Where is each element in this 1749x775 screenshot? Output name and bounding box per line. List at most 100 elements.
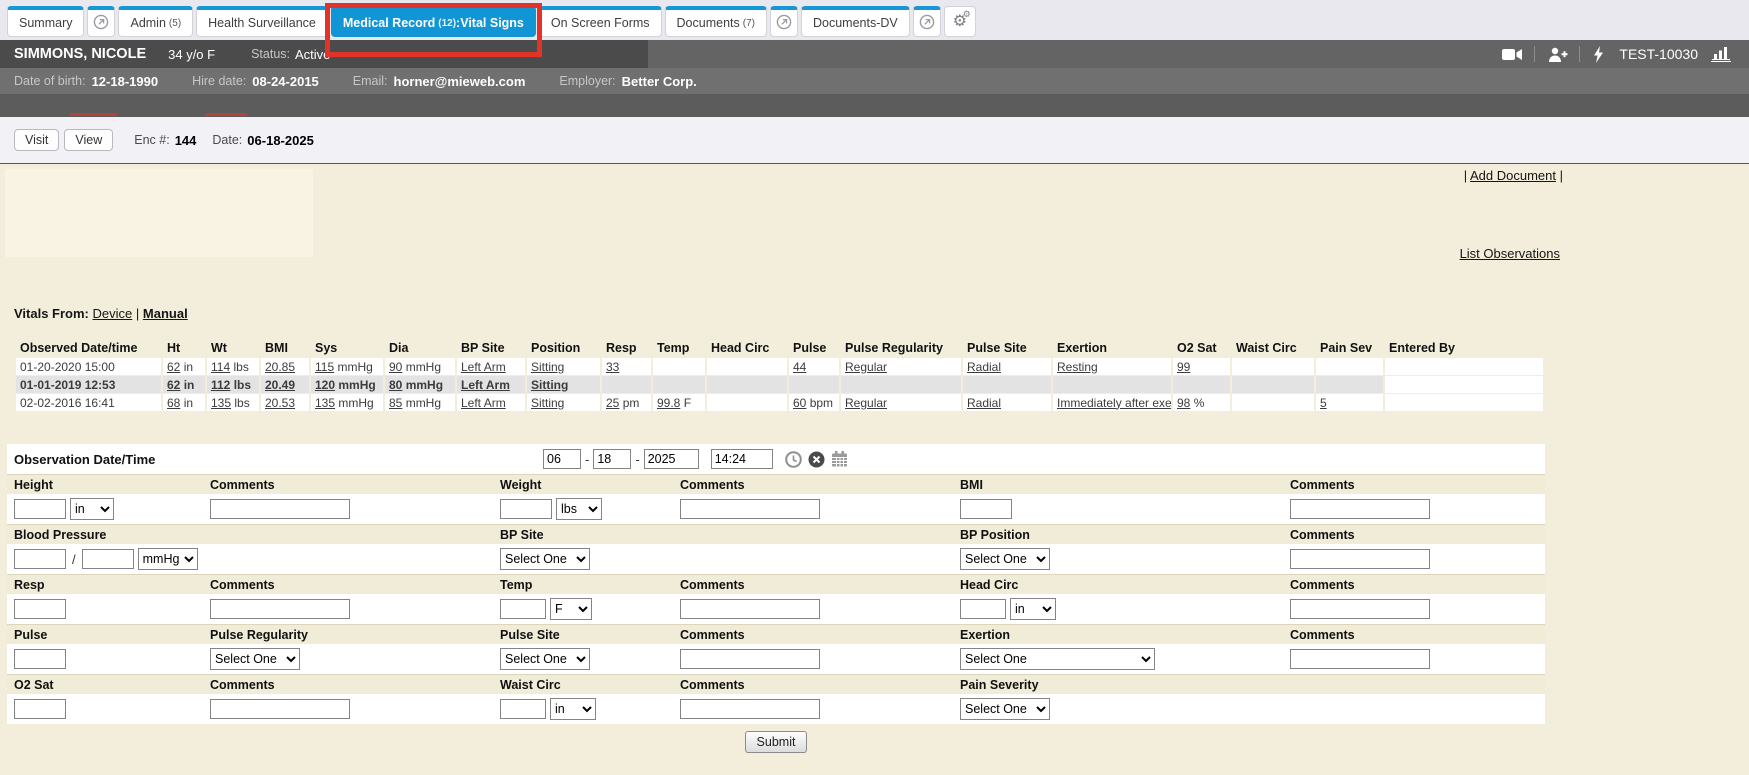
bp-comments-input[interactable] bbox=[1290, 549, 1430, 569]
bp-site-select[interactable]: Select One bbox=[500, 548, 590, 570]
settings-tab-button[interactable]: ⚙⚙ bbox=[944, 6, 976, 37]
tab-suffix: :Vital Signs bbox=[456, 16, 524, 30]
bp-systolic-input[interactable] bbox=[14, 549, 66, 569]
view-button[interactable]: View bbox=[64, 129, 113, 151]
clock-icon[interactable] bbox=[785, 451, 802, 468]
vitals-value-link[interactable]: Left Arm bbox=[461, 378, 510, 392]
head-circ-unit-select[interactable]: in bbox=[1010, 598, 1056, 620]
pulse-input[interactable] bbox=[14, 649, 66, 669]
vitals-value-link[interactable]: 90 bbox=[389, 360, 402, 374]
weight-comments-input[interactable] bbox=[680, 499, 820, 519]
temp-input[interactable] bbox=[500, 599, 546, 619]
vitals-value-link[interactable]: 115 bbox=[315, 360, 334, 374]
waist-circ-unit-select[interactable]: in bbox=[550, 698, 596, 720]
waist-circ-comments-input[interactable] bbox=[680, 699, 820, 719]
vitals-value-link[interactable]: 33 bbox=[606, 360, 619, 374]
tab-summary[interactable]: Summary bbox=[7, 6, 84, 37]
weight-input[interactable] bbox=[500, 499, 552, 519]
vitals-value-link[interactable]: Immediately after exertion bbox=[1057, 396, 1171, 410]
obs-time-input[interactable] bbox=[711, 449, 773, 469]
video-camera-icon[interactable] bbox=[1502, 48, 1523, 61]
bp-unit-select[interactable]: mmHg bbox=[138, 548, 198, 570]
bar-chart-icon[interactable] bbox=[1711, 46, 1731, 62]
vitals-value-link[interactable]: Radial bbox=[967, 360, 1001, 374]
vitals-value-link[interactable]: Radial bbox=[967, 396, 1001, 410]
vitals-value-link[interactable]: 135 bbox=[315, 396, 335, 410]
vitals-value-link[interactable]: 120 bbox=[315, 378, 335, 392]
list-observations-link[interactable]: List Observations bbox=[1460, 246, 1560, 261]
exertion-comments-input[interactable] bbox=[1290, 649, 1430, 669]
vitals-value-link[interactable]: 98 bbox=[1177, 396, 1190, 410]
person-add-icon[interactable] bbox=[1548, 47, 1568, 62]
tab-health-surveillance[interactable]: Health Surveillance bbox=[196, 6, 328, 37]
vitals-value-link[interactable]: 68 bbox=[167, 396, 180, 410]
tab-medical-record[interactable]: Medical Record(12):Vital Signs bbox=[331, 6, 536, 37]
vitals-value-link[interactable]: 60 bbox=[793, 396, 806, 410]
bp-diastolic-input[interactable] bbox=[82, 549, 134, 569]
vitals-value-link[interactable]: 20.53 bbox=[265, 396, 295, 410]
pulse-comments-input[interactable] bbox=[680, 649, 820, 669]
vitals-value-link[interactable]: 62 bbox=[167, 378, 180, 392]
height-comments-input[interactable] bbox=[210, 499, 350, 519]
vitals-value-link[interactable]: 85 bbox=[389, 396, 402, 410]
height-unit-select[interactable]: in bbox=[70, 498, 114, 520]
bmi-input[interactable] bbox=[960, 499, 1012, 519]
tab-popout-button[interactable] bbox=[87, 6, 115, 37]
vitals-value-link[interactable]: 114 bbox=[211, 360, 230, 374]
vitals-value-link[interactable]: 20.49 bbox=[265, 378, 295, 392]
pulse-site-select[interactable]: Select One bbox=[500, 648, 590, 670]
vitals-from-manual-link[interactable]: Manual bbox=[143, 306, 188, 321]
waist-circ-input[interactable] bbox=[500, 699, 546, 719]
obs-month-input[interactable] bbox=[543, 449, 581, 469]
tab-documents-dv[interactable]: Documents-DV bbox=[801, 6, 910, 37]
bp-position-select[interactable]: Select One bbox=[960, 548, 1050, 570]
tab-popout-button[interactable] bbox=[770, 6, 798, 37]
vitals-value-link[interactable]: Left Arm bbox=[461, 396, 506, 410]
pulse-regularity-select[interactable]: Select One bbox=[210, 648, 300, 670]
exertion-select[interactable]: Select One bbox=[960, 648, 1155, 670]
vitals-cell bbox=[1316, 358, 1383, 375]
vitals-value-link[interactable]: 99 bbox=[1177, 360, 1190, 374]
vitals-from-device-link[interactable]: Device bbox=[93, 306, 133, 321]
head-circ-input[interactable] bbox=[960, 599, 1006, 619]
pain-severity-select[interactable]: Select One bbox=[960, 698, 1050, 720]
vitals-value-link[interactable]: Regular bbox=[845, 360, 887, 374]
vitals-value-link[interactable]: 44 bbox=[793, 360, 806, 374]
obs-day-input[interactable] bbox=[593, 449, 631, 469]
vitals-value-link[interactable]: 99.8 bbox=[657, 396, 680, 410]
vitals-value-link[interactable]: 5 bbox=[1320, 396, 1327, 410]
vitals-value-link[interactable]: 112 bbox=[211, 378, 230, 392]
temp-unit-select[interactable]: F bbox=[550, 598, 592, 620]
resp-input[interactable] bbox=[14, 599, 66, 619]
vitals-value-link[interactable]: 80 bbox=[389, 378, 402, 392]
vitals-value-link[interactable]: 135 bbox=[211, 396, 231, 410]
vitals-value-link[interactable]: 25 bbox=[606, 396, 619, 410]
vitals-value-link[interactable]: Sitting bbox=[531, 396, 564, 410]
o2-sat-comments-input[interactable] bbox=[210, 699, 350, 719]
weight-unit-select[interactable]: lbs bbox=[556, 498, 602, 520]
vitals-value-link[interactable]: Resting bbox=[1057, 360, 1098, 374]
head-circ-comments-input[interactable] bbox=[1290, 599, 1430, 619]
vitals-value-link[interactable]: 20.85 bbox=[265, 360, 295, 374]
tab-admin[interactable]: Admin(5) bbox=[118, 6, 193, 37]
vitals-value-link[interactable]: Sitting bbox=[531, 360, 564, 374]
temp-comments-input[interactable] bbox=[680, 599, 820, 619]
add-document-link[interactable]: Add Document bbox=[1470, 168, 1556, 183]
submit-button[interactable]: Submit bbox=[745, 731, 808, 753]
calendar-icon[interactable] bbox=[831, 451, 848, 467]
obs-year-input[interactable] bbox=[644, 449, 699, 469]
tab-popout-button[interactable] bbox=[913, 6, 941, 37]
height-input[interactable] bbox=[14, 499, 66, 519]
vitals-value-link[interactable]: Left Arm bbox=[461, 360, 506, 374]
clear-datetime-icon[interactable] bbox=[808, 451, 825, 468]
vitals-value-link[interactable]: Regular bbox=[845, 396, 887, 410]
o2-sat-input[interactable] bbox=[14, 699, 66, 719]
vitals-value-link[interactable]: Sitting bbox=[531, 378, 568, 392]
visit-button[interactable]: Visit bbox=[14, 129, 59, 151]
vitals-value-link[interactable]: 62 bbox=[167, 360, 180, 374]
tab-on-screen-forms[interactable]: On Screen Forms bbox=[539, 6, 662, 37]
resp-comments-input[interactable] bbox=[210, 599, 350, 619]
tab-documents[interactable]: Documents(7) bbox=[665, 6, 767, 37]
lightning-icon[interactable] bbox=[1593, 46, 1604, 63]
bmi-comments-input[interactable] bbox=[1290, 499, 1430, 519]
